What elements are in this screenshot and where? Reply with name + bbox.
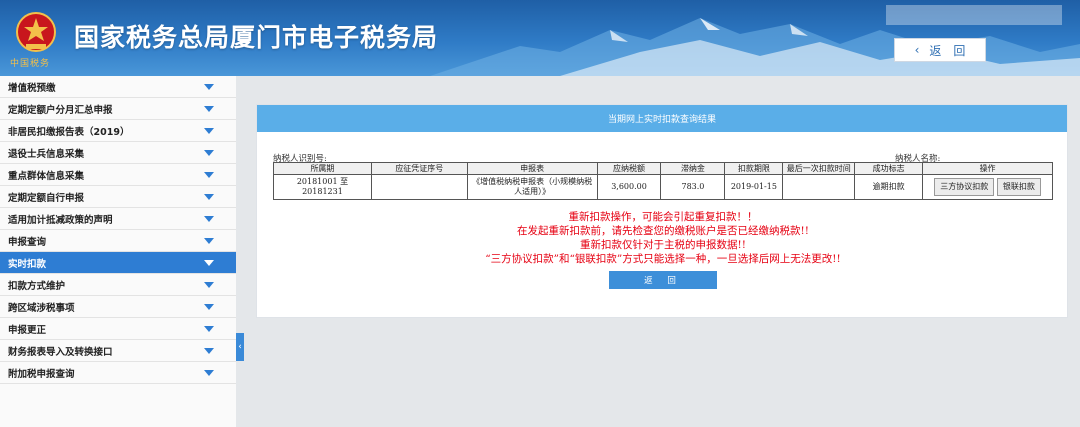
- deduction-table: 所属期 应征凭证序号 申报表 应纳税额 滞纳金 扣款期限 最后一次扣款时间 成功…: [273, 162, 1053, 200]
- sidebar-item[interactable]: 申报更正: [0, 318, 236, 340]
- cell-late-fee: 783.0: [660, 174, 726, 200]
- sidebar-item-label: 跨区域涉税事项: [8, 302, 75, 314]
- caret-down-icon: [204, 127, 214, 134]
- col-header-tax-due: 应纳税额: [596, 162, 662, 175]
- sidebar-item[interactable]: 定期定额户分月汇总申报: [0, 98, 236, 120]
- warning-text-4: “三方协议扣款”和“银联扣款”方式只能选择一种，一旦选择后网上无法更改!!: [485, 253, 841, 265]
- caret-down-icon: [204, 281, 214, 288]
- col-header-late-fee: 滞纳金: [660, 162, 726, 175]
- caret-down-icon: [204, 215, 214, 222]
- sidebar-item[interactable]: 扣款方式维护: [0, 274, 236, 296]
- caret-down-icon: [204, 303, 214, 310]
- sidebar-collapse-button[interactable]: ‹: [236, 333, 244, 361]
- sidebar-item[interactable]: 跨区域涉税事项: [0, 296, 236, 318]
- sidebar-item-label: 重点群体信息采集: [8, 170, 85, 182]
- sidebar-item-label: 实时扣款: [8, 258, 47, 270]
- panel-title: 当期网上实时扣款查询结果: [257, 105, 1067, 132]
- header-banner: 中国税务 国家税务总局厦门市电子税务局 ‹ 返 回: [0, 0, 1080, 76]
- table-row: 20181001 至 20181231 《增值税纳税申报表（小规模纳税人适用）》…: [273, 174, 1053, 200]
- result-panel: 当期网上实时扣款查询结果 纳税人识别号: 纳税人名称: 所属期 应征凭证序号 申…: [256, 104, 1068, 318]
- warning-text-2: 在发起重新扣款前，请先检查您的缴税账户是否已经缴纳税款!!: [517, 225, 809, 237]
- col-header-status: 成功标志: [854, 162, 924, 175]
- sidebar-item[interactable]: 申报查询: [0, 230, 236, 252]
- sidebar-item-label: 申报查询: [8, 236, 47, 248]
- caret-down-icon: [204, 237, 214, 244]
- caret-down-icon: [204, 259, 214, 266]
- col-header-form: 申报表: [466, 162, 598, 175]
- site-title: 国家税务总局厦门市电子税务局: [74, 23, 439, 52]
- sidebar-item-label: 附加税申报查询: [8, 368, 75, 380]
- sidebar-item-label: 增值税预缴: [8, 82, 56, 94]
- sidebar-item-label: 定期定额户分月汇总申报: [8, 104, 113, 116]
- warning-text-1: 重新扣款操作，可能会引起重复扣款！！: [568, 211, 758, 223]
- sidebar-item[interactable]: 增值税预缴: [0, 76, 236, 98]
- table-header-row: 所属期 应征凭证序号 申报表 应纳税额 滞纳金 扣款期限 最后一次扣款时间 成功…: [273, 162, 1053, 175]
- cell-status: 逾期扣款: [854, 174, 924, 200]
- tripartite-deduct-button[interactable]: 三方协议扣款: [934, 178, 995, 196]
- col-header-last-time: 最后一次扣款时间: [782, 162, 856, 175]
- sidebar-item[interactable]: 退役士兵信息采集: [0, 142, 236, 164]
- sidebar-item[interactable]: 适用加计抵减政策的声明: [0, 208, 236, 230]
- tax-emblem-icon: [16, 12, 56, 52]
- sidebar-item[interactable]: 财务报表导入及转换接口: [0, 340, 236, 362]
- emblem-text: 中国税务: [10, 59, 51, 69]
- cell-deadline: 2019-01-15: [724, 174, 784, 200]
- sidebar-item[interactable]: 实时扣款: [0, 252, 236, 274]
- caret-down-icon: [204, 149, 214, 156]
- sidebar-item-label: 非居民扣缴报告表（2019）: [8, 126, 130, 138]
- sidebar-item-label: 扣款方式维护: [8, 280, 66, 292]
- sidebar-item-label: 申报更正: [8, 324, 47, 336]
- header-search-field[interactable]: [886, 5, 1062, 25]
- cell-period: 20181001 至 20181231: [273, 174, 372, 200]
- sidebar-item-label: 财务报表导入及转换接口: [8, 346, 113, 358]
- col-header-voucher: 应征凭证序号: [370, 162, 468, 175]
- caret-down-icon: [204, 347, 214, 354]
- warning-text-3: 重新扣款仅针对于主税的申报数据!!: [580, 239, 746, 251]
- cell-tax-due: 3,600.00: [596, 174, 662, 200]
- chevron-left-icon: ‹: [914, 43, 920, 57]
- col-header-period: 所属期: [273, 162, 372, 175]
- sidebar-item[interactable]: 非居民扣缴报告表（2019）: [0, 120, 236, 142]
- col-header-deadline: 扣款期限: [724, 162, 784, 175]
- sidebar-item[interactable]: 附加税申报查询: [0, 362, 236, 384]
- caret-down-icon: [204, 325, 214, 332]
- back-button-label: 返 回: [929, 43, 966, 58]
- cell-actions: 三方协议扣款 银联扣款: [922, 174, 1053, 200]
- sidebar-item[interactable]: 重点群体信息采集: [0, 164, 236, 186]
- caret-down-icon: [204, 105, 214, 112]
- return-button[interactable]: 返 回: [609, 271, 717, 289]
- sidebar-item-label: 退役士兵信息采集: [8, 148, 85, 160]
- cell-form: 《增值税纳税申报表（小规模纳税人适用）》: [466, 174, 598, 200]
- caret-down-icon: [204, 83, 214, 90]
- sidebar-menu: 增值税预缴定期定额户分月汇总申报非居民扣缴报告表（2019） 退役士兵信息采集 重点…: [0, 76, 236, 427]
- cell-last-time: [782, 174, 856, 200]
- header-back-button[interactable]: ‹ 返 回: [894, 38, 986, 62]
- caret-down-icon: [204, 171, 214, 178]
- sidebar-item[interactable]: 定期定额自行申报: [0, 186, 236, 208]
- caret-down-icon: [204, 193, 214, 200]
- caret-down-icon: [204, 369, 214, 376]
- col-header-actions: 操作: [922, 162, 1053, 175]
- unionpay-deduct-button[interactable]: 银联扣款: [996, 178, 1041, 196]
- cell-voucher: [370, 174, 468, 200]
- sidebar-item-label: 适用加计抵减政策的声明: [8, 214, 113, 226]
- sidebar-item-label: 定期定额自行申报: [8, 192, 85, 204]
- chevron-left-icon: ‹: [238, 342, 242, 352]
